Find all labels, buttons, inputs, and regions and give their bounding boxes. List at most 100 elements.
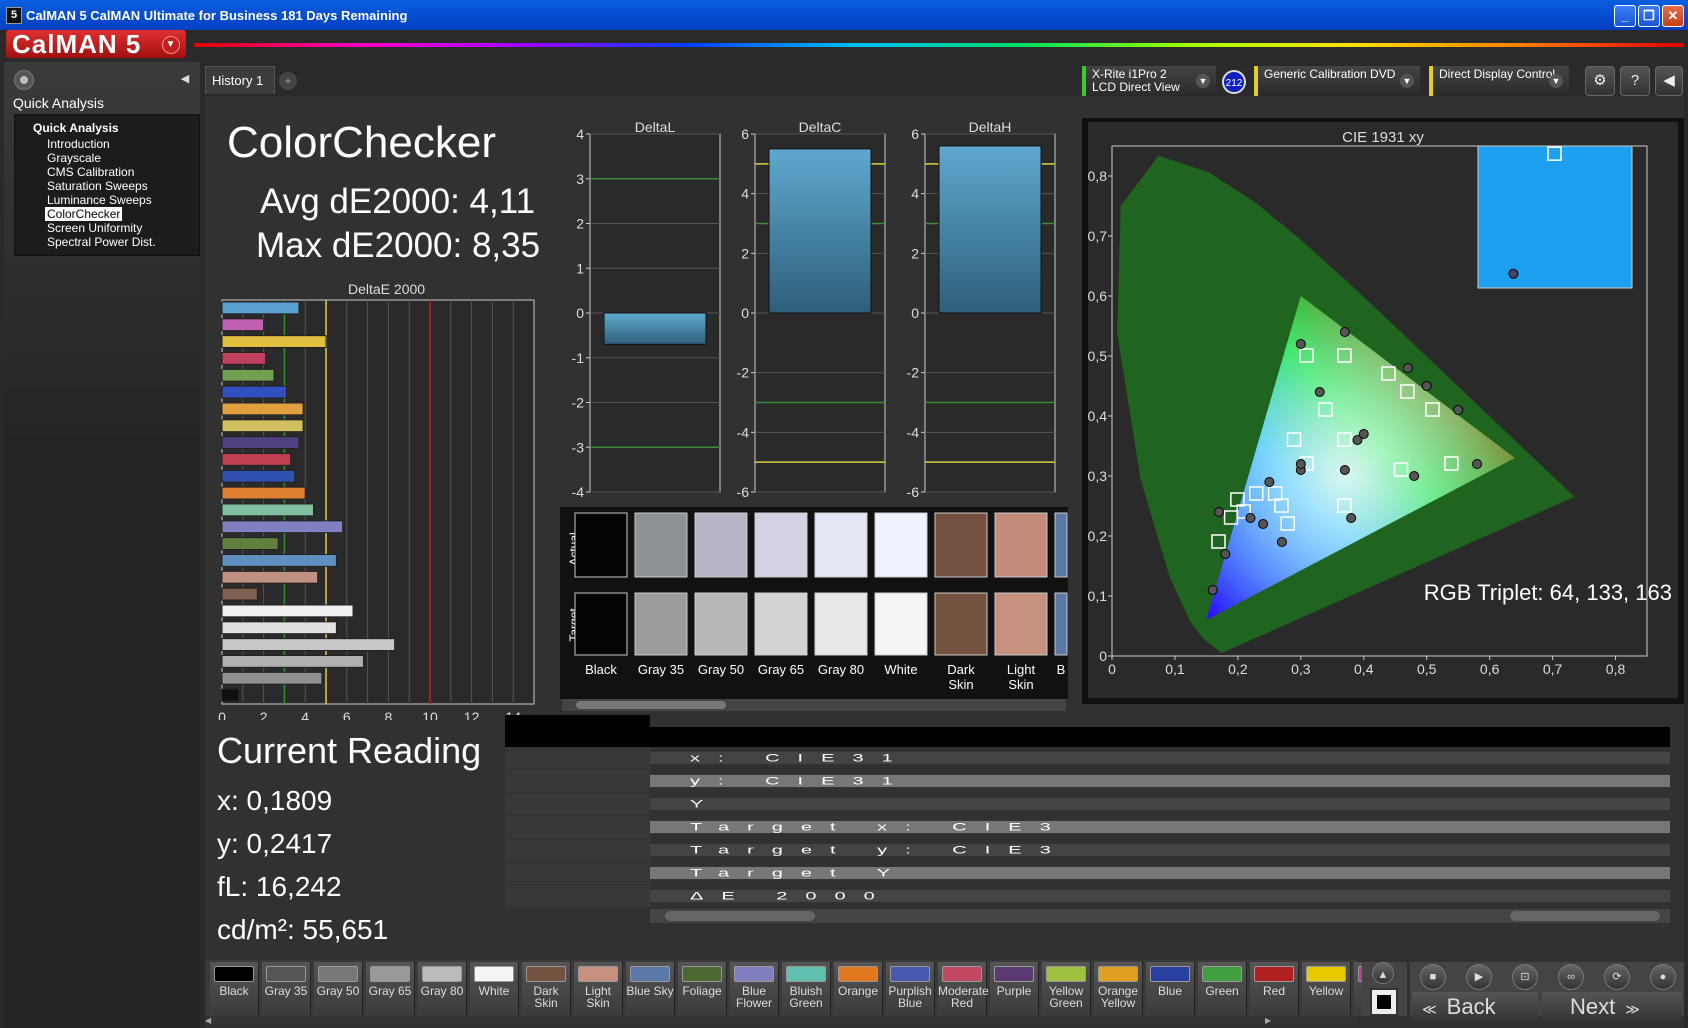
chevron-down-icon: ▼: [1400, 74, 1414, 88]
stop-button[interactable]: [1370, 988, 1398, 1016]
swatch-button[interactable]: Light Skin: [574, 962, 623, 1016]
swatch-button[interactable]: Gray 35: [262, 962, 311, 1016]
y-tick-label: 4: [741, 186, 749, 202]
y-tick-label: 4: [911, 186, 919, 202]
options-icon[interactable]: ●: [1650, 964, 1676, 990]
meter-selector[interactable]: X-Rite i1Pro 2 LCD Direct View ▼: [1082, 66, 1216, 96]
swatch-button[interactable]: Purplish Blue: [886, 962, 935, 1016]
chart-title: DeltaL: [635, 119, 676, 135]
swatch-label: Gray 35: [264, 984, 308, 998]
y-tick-label: 6: [741, 126, 749, 142]
swatch-chip: [318, 966, 358, 982]
swatch-button[interactable]: Green: [1198, 962, 1247, 1016]
restore-button[interactable]: ❐: [1638, 5, 1660, 27]
swatch-label: Purple: [996, 984, 1032, 998]
calman-logo-menu[interactable]: CalMAN 5 ▼: [6, 30, 186, 58]
swatch-button[interactable]: Gray 80: [418, 962, 467, 1016]
swatch-button[interactable]: Purple: [990, 962, 1039, 1016]
chart-title: DeltaH: [969, 119, 1012, 135]
source-selector[interactable]: Generic Calibration DVD ▼: [1254, 66, 1420, 96]
tree-root[interactable]: Quick Analysis: [33, 121, 119, 135]
sidebar-item-colorchecker[interactable]: ColorChecker: [45, 207, 123, 221]
swatch-button[interactable]: Gray 65: [366, 962, 415, 1016]
swatch-button[interactable]: Black: [210, 962, 259, 1016]
x-tick-label: 0,5: [1417, 661, 1437, 677]
meter-badge[interactable]: 212: [1222, 70, 1246, 94]
swatch-label: Bluish Green: [789, 984, 823, 1010]
bar: [221, 570, 319, 584]
swatch-label: Yellow Green: [1048, 984, 1084, 1010]
measured-point: [1220, 549, 1231, 559]
x-tick-label: 0,3: [1291, 661, 1311, 677]
swatch-button[interactable]: Bluish Green: [782, 962, 831, 1016]
swatch-button[interactable]: Foliage: [678, 962, 727, 1016]
sidebar-item-introduction[interactable]: Introduction: [47, 137, 110, 151]
swatch-button[interactable]: Moderate Red: [938, 962, 989, 1016]
sidebar-item-spectral-power[interactable]: Spectral Power Dist.: [47, 235, 156, 249]
help-button[interactable]: ?: [1620, 66, 1650, 96]
rainbow-strip: [194, 43, 1684, 47]
swatch-button[interactable]: Red: [1250, 962, 1299, 1016]
x-tick-label: 4: [301, 709, 309, 720]
deltac-chart: DeltaC 6 4 2 0 -2 -4 -6: [737, 119, 886, 500]
swatch-chip: [1306, 966, 1346, 982]
back-label: Back: [1446, 994, 1496, 1019]
sidebar-item-grayscale[interactable]: Grayscale: [47, 151, 101, 165]
sidebar-heading: Quick Analysis: [13, 95, 105, 111]
stop-icon[interactable]: ■: [1420, 964, 1446, 990]
bar: [938, 145, 1042, 314]
current-reading-title: Current Reading: [217, 730, 482, 771]
data-grid: x: CIE31 y: CIE31 Y Target x: CIE3 Targe…: [505, 715, 1670, 927]
tab-history-1[interactable]: History 1: [205, 66, 275, 94]
swatch-button[interactable]: Orange Yellow: [1094, 962, 1143, 1016]
swatch-button[interactable]: White: [470, 962, 519, 1016]
read-series-icon[interactable]: ⊡: [1512, 964, 1538, 990]
chevron-left-icon: ◀: [1663, 72, 1675, 89]
play-icon[interactable]: ▶: [1466, 964, 1492, 990]
measured-point: [1453, 405, 1464, 415]
settings-button[interactable]: ⚙: [1585, 66, 1615, 96]
refresh-icon[interactable]: ⟳: [1604, 964, 1630, 990]
title-bar: 5 CalMAN 5 CalMAN Ultimate for Business …: [0, 0, 1688, 30]
swatch-chip: [578, 966, 618, 982]
add-tab-button[interactable]: +: [279, 72, 297, 90]
reading-fl: fL: 16,242: [217, 871, 342, 902]
sidebar-item-saturation-sweeps[interactable]: Saturation Sweeps: [47, 179, 148, 193]
grid-scrollbar[interactable]: [650, 909, 1670, 923]
sidebar-item-cms-calibration[interactable]: CMS Calibration: [47, 165, 134, 179]
sidebar-item-screen-uniformity[interactable]: Screen Uniformity: [47, 221, 142, 235]
sidebar-menu-button[interactable]: [14, 70, 34, 90]
swatch-scrollbar[interactable]: ◀ ▶: [205, 1016, 1357, 1026]
swatch-button[interactable]: Yellow Green: [1042, 962, 1091, 1016]
workflow-tree: Quick Analysis Introduction Grayscale CM…: [14, 114, 200, 256]
y-tick-label: 6: [911, 126, 919, 142]
close-button[interactable]: ✕: [1662, 5, 1684, 27]
swatch-target: [994, 592, 1048, 656]
x-tick-label: 0: [1108, 661, 1116, 677]
swatch-button[interactable]: Blue Flower: [730, 962, 779, 1016]
y-tick-label: -4: [737, 424, 750, 440]
swatch-target: [634, 592, 688, 656]
next-button[interactable]: Next ≫: [1542, 992, 1682, 1022]
grid-row: x: CIE31: [505, 747, 1670, 769]
swatch-target: [934, 592, 988, 656]
swatch-button[interactable]: Yellow: [1302, 962, 1351, 1016]
measured-point: [1276, 537, 1287, 547]
up-icon[interactable]: ▲: [1372, 962, 1394, 984]
bar: [221, 469, 296, 483]
bar: [768, 148, 872, 314]
collapse-right-button[interactable]: ◀: [1655, 66, 1683, 96]
swatch-button[interactable]: Orange: [834, 962, 883, 1016]
swatch-button[interactable]: Blue: [1146, 962, 1195, 1016]
sidebar-item-luminance-sweeps[interactable]: Luminance Sweeps: [47, 193, 152, 207]
collapse-sidebar-button[interactable]: ◀: [176, 70, 194, 88]
swatch-button[interactable]: Blue Sky: [626, 962, 675, 1016]
swatch-button[interactable]: Gray 50: [314, 962, 363, 1016]
minimize-button[interactable]: _: [1614, 5, 1636, 27]
x-tick-label: 0,8: [1606, 661, 1626, 677]
logo-text: CalMAN 5: [12, 29, 142, 59]
swatch-button[interactable]: Dark Skin: [522, 962, 571, 1016]
display-selector[interactable]: Direct Display Control ▼: [1429, 66, 1569, 96]
back-button[interactable]: ≪ Back: [1412, 992, 1538, 1022]
continuous-icon[interactable]: ∞: [1558, 964, 1584, 990]
